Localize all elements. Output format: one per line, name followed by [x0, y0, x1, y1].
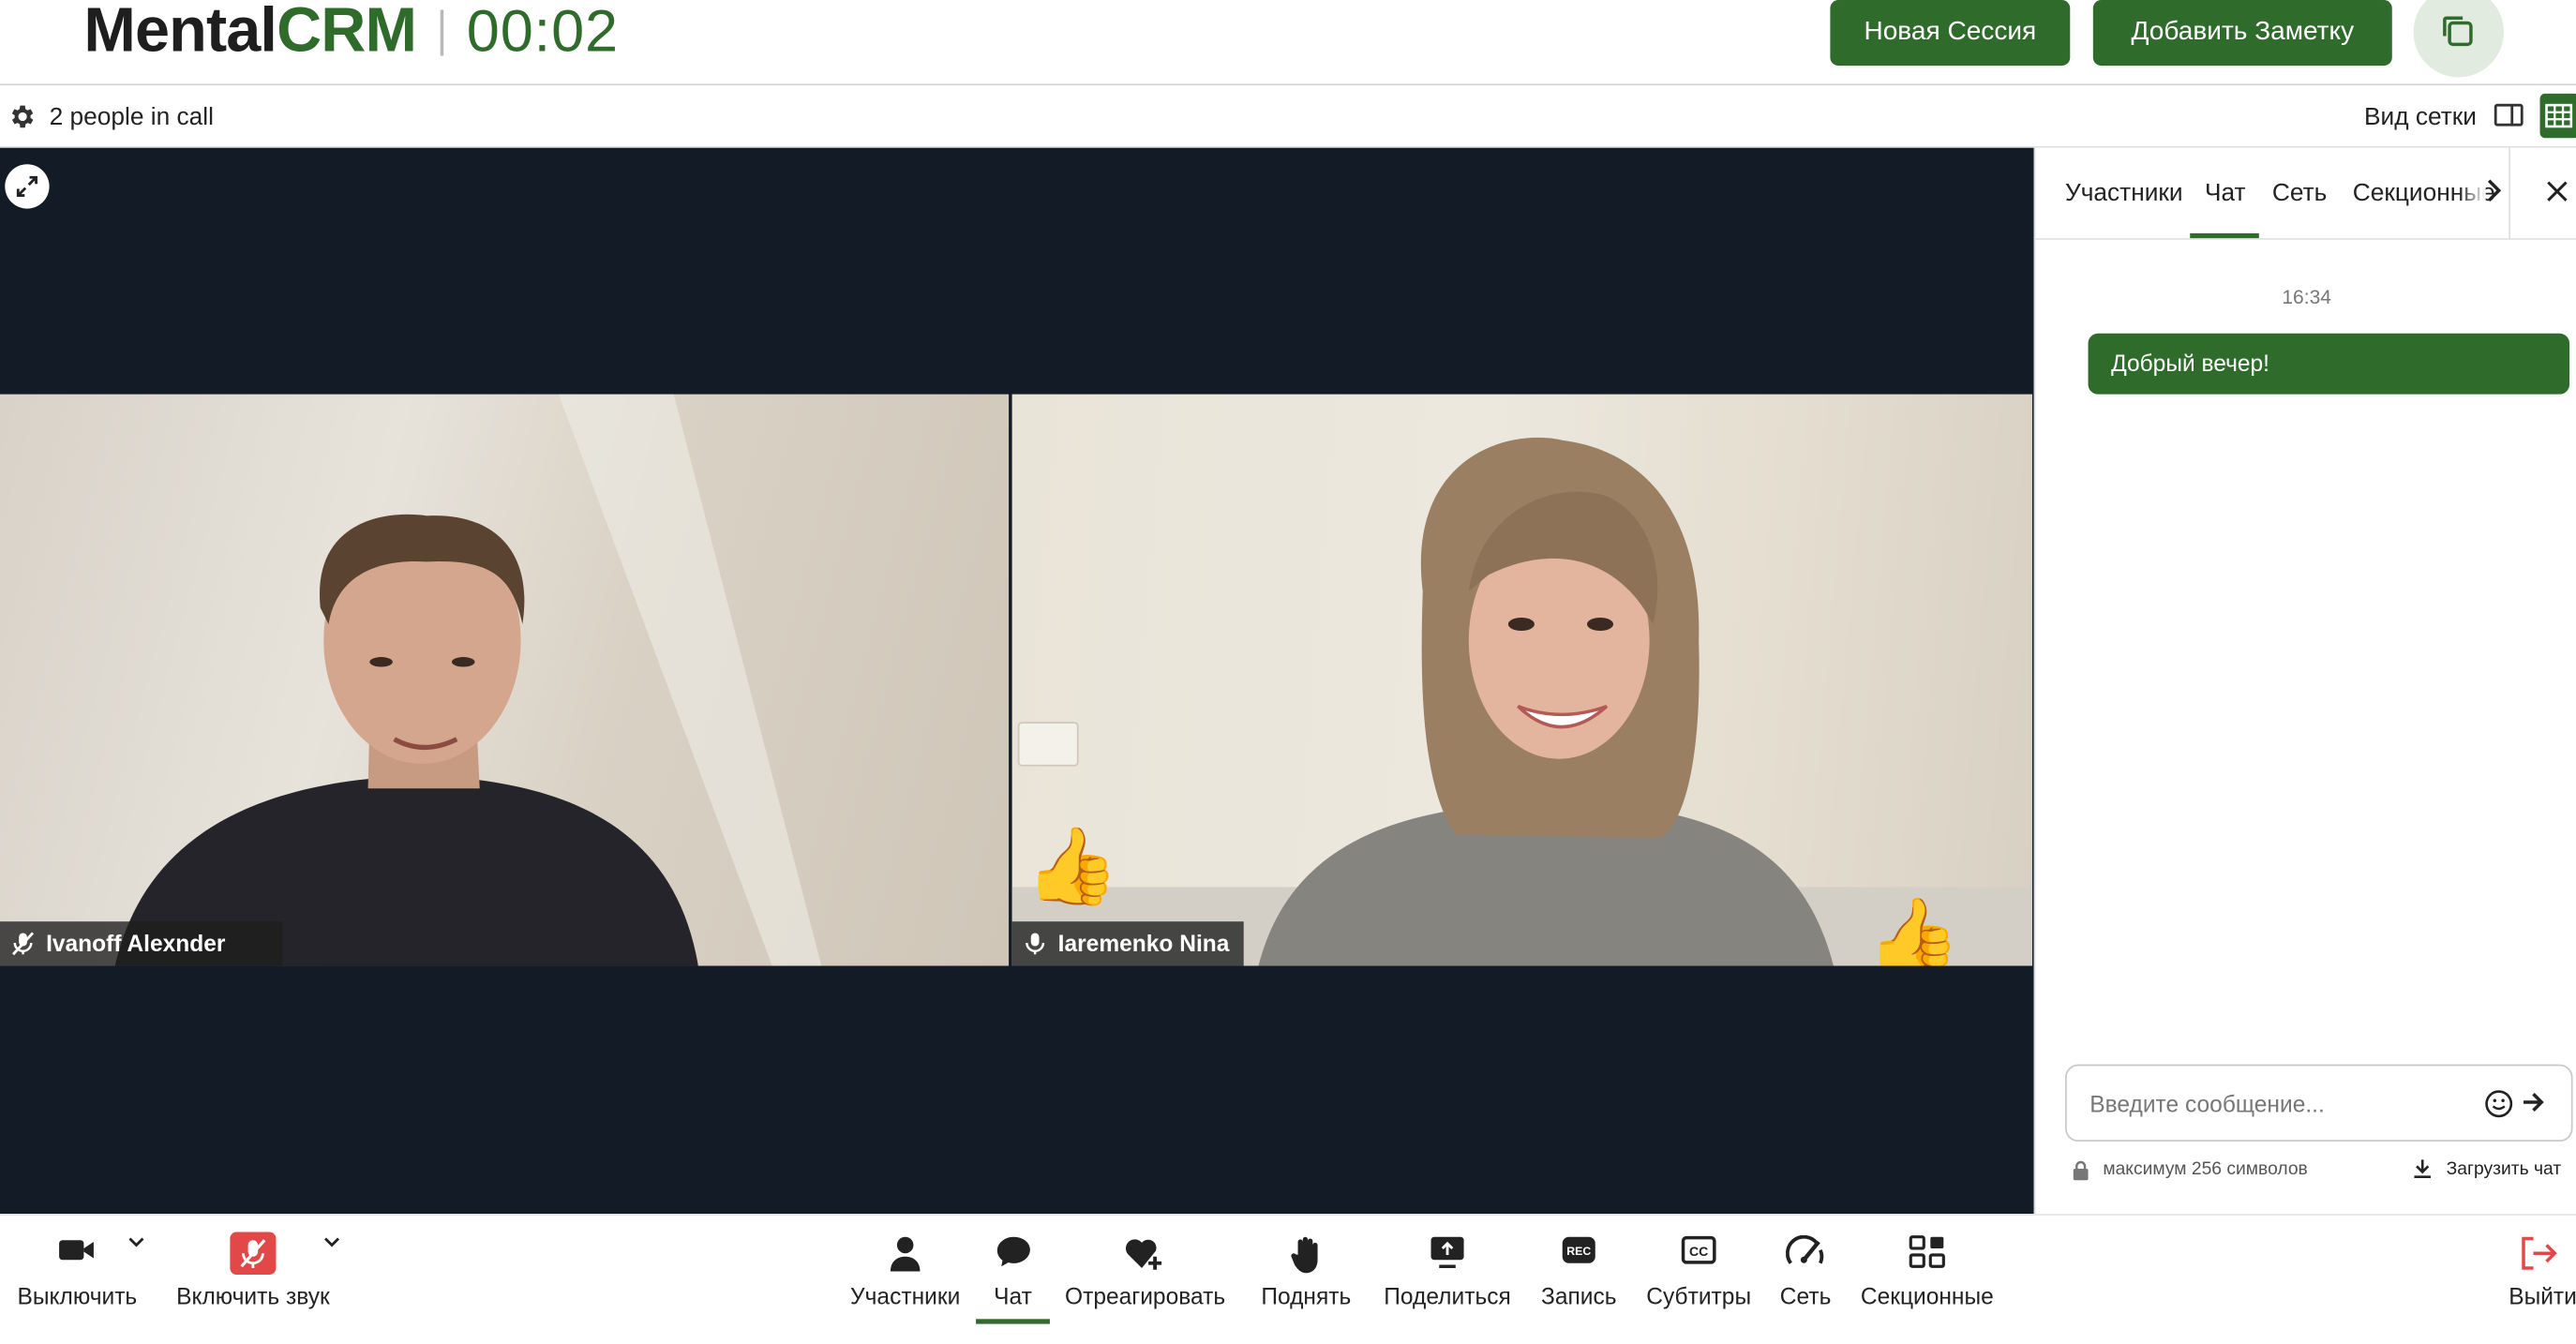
- sidebar-layout-icon[interactable]: [2494, 102, 2524, 128]
- network-label: Сеть: [1779, 1282, 1832, 1309]
- subtitles-button[interactable]: CC Субтитры: [1640, 1216, 1758, 1324]
- call-info-bar: 2 people in call Вид сетки: [0, 86, 2576, 148]
- expand-icon: [16, 175, 37, 197]
- share-label: Поделиться: [1384, 1282, 1511, 1309]
- record-button[interactable]: REC Запись: [1533, 1216, 1625, 1324]
- subtitles-label: Субтитры: [1646, 1282, 1752, 1309]
- hand-icon: [1291, 1236, 1318, 1274]
- raise-hand-label: Поднять: [1261, 1282, 1352, 1309]
- new-session-button[interactable]: Новая Сессия: [1830, 0, 2071, 67]
- logo-divider: [440, 9, 444, 56]
- video-stage: Ivanoff Alexnder (Вы) 👍 👍 Iaremenko Nina: [0, 147, 2034, 1215]
- top-header: MentalCRM 00:02 Новая Сессия Добавить За…: [0, 0, 2576, 86]
- participant-name: Ivanoff Alexnder (Вы): [46, 929, 226, 957]
- video-tile-remote[interactable]: 👍 👍 Iaremenko Nina: [1011, 394, 2032, 966]
- video-camera-icon: [59, 1240, 94, 1261]
- record-label: Запись: [1540, 1282, 1617, 1309]
- grid-icon: [2545, 103, 2573, 128]
- rec-icon: REC: [1562, 1236, 1595, 1263]
- heart-plus-icon: [1125, 1239, 1162, 1270]
- svg-text:REC: REC: [1566, 1245, 1591, 1258]
- chat-message: Добрый вечер!: [2088, 333, 2570, 395]
- network-button[interactable]: Сеть: [1771, 1216, 1840, 1324]
- reaction-thumbs-up: 👍: [1865, 893, 1961, 966]
- audio-toggle-label: Включить звук: [176, 1282, 330, 1309]
- participants-button[interactable]: Участники: [845, 1216, 966, 1324]
- max-chars-note: максимум 256 символов: [2103, 1159, 2308, 1180]
- copy-icon: [2443, 16, 2473, 47]
- chevron-down-icon[interactable]: [128, 1235, 145, 1248]
- close-icon[interactable]: [2547, 181, 2569, 202]
- exit-icon: [2522, 1236, 2557, 1270]
- download-icon[interactable]: [2412, 1158, 2434, 1180]
- tab-participants[interactable]: Участники: [2065, 179, 2183, 207]
- session-timer: 00:02: [466, 0, 620, 65]
- breakout-label: Секционные: [1860, 1282, 1994, 1309]
- participant-name: Iaremenko Nina: [1057, 929, 1230, 957]
- panel-tabs: Участники Чат Сеть Секционные: [2035, 147, 2576, 240]
- tab-overflow-fade: [2459, 167, 2486, 217]
- person-icon: [890, 1236, 921, 1272]
- message-time: 16:34: [2282, 285, 2331, 309]
- participants-label: Участники: [850, 1282, 961, 1309]
- logo-crm: CRM: [277, 0, 417, 67]
- chevron-right-icon[interactable]: [2486, 179, 2503, 202]
- add-note-button[interactable]: Добавить Заметку: [2092, 0, 2392, 67]
- breakout-grid-icon: [1909, 1235, 1945, 1268]
- chat-bubble-icon: [996, 1236, 1030, 1267]
- side-panel: Участники Чат Сеть Секционные 16:34 Добр…: [2033, 147, 2576, 1215]
- video-toggle-button[interactable]: Выключить: [10, 1216, 145, 1324]
- logo-mental: Mental: [83, 0, 277, 67]
- download-chat-button[interactable]: Загрузить чат: [2447, 1159, 2562, 1179]
- tab-divider: [2509, 147, 2510, 239]
- mic-off-icon: [240, 1239, 266, 1269]
- participant-nametag: Iaremenko Nina: [1011, 921, 1244, 966]
- video-toggle-label: Выключить: [17, 1282, 138, 1309]
- participant-nametag: Ivanoff Alexnder (Вы): [0, 921, 283, 966]
- fullscreen-button[interactable]: [5, 164, 50, 209]
- send-arrow-icon[interactable]: [2522, 1091, 2545, 1114]
- leave-label: Выйти: [2509, 1282, 2576, 1309]
- gear-icon[interactable]: [7, 102, 37, 132]
- video-tile-self[interactable]: Ivanoff Alexnder (Вы): [0, 394, 1010, 966]
- app-root: MentalCRM 00:02 Новая Сессия Добавить За…: [0, 0, 2576, 1344]
- reaction-thumbs-up: 👍: [1025, 823, 1120, 909]
- chat-button[interactable]: Чат: [976, 1216, 1050, 1324]
- mic-icon: [1026, 933, 1045, 955]
- grid-view-label: Вид сетки: [2363, 103, 2477, 132]
- emoji-icon[interactable]: [2484, 1089, 2514, 1119]
- chat-active-indicator: [976, 1319, 1050, 1324]
- react-button[interactable]: Отреагировать: [1059, 1216, 1230, 1324]
- closed-captions-icon: CC: [1681, 1235, 1716, 1264]
- share-screen-icon: [1430, 1236, 1464, 1269]
- leave-button[interactable]: Выйти: [2500, 1216, 2576, 1324]
- raise-hand-button[interactable]: Поднять: [1253, 1216, 1358, 1324]
- speedometer-icon: [1786, 1234, 1824, 1264]
- grid-view-button[interactable]: [2539, 93, 2576, 139]
- call-toolbar: Выключить Включить звук Участники Чат От…: [0, 1214, 2576, 1344]
- share-screen-button[interactable]: Поделиться: [1377, 1216, 1519, 1324]
- react-label: Отреагировать: [1065, 1282, 1226, 1309]
- tab-chat[interactable]: Чат: [2205, 179, 2246, 207]
- active-tab-indicator: [2190, 232, 2259, 239]
- chat-label: Чат: [994, 1282, 1032, 1309]
- mic-muted-button[interactable]: [230, 1232, 277, 1276]
- chevron-down-icon[interactable]: [323, 1235, 340, 1248]
- svg-text:CC: CC: [1689, 1244, 1708, 1259]
- tab-network[interactable]: Сеть: [2272, 179, 2327, 207]
- app-logo: MentalCRM: [83, 0, 417, 67]
- participant-video-woman: [1011, 437, 2032, 966]
- lock-icon: [2073, 1160, 2089, 1181]
- copy-link-button[interactable]: [2413, 0, 2504, 78]
- breakout-rooms-button[interactable]: Секционные: [1853, 1216, 2001, 1324]
- mic-off-icon: [11, 932, 35, 956]
- people-count: 2 people in call: [49, 103, 214, 132]
- participant-video-man: [114, 394, 822, 966]
